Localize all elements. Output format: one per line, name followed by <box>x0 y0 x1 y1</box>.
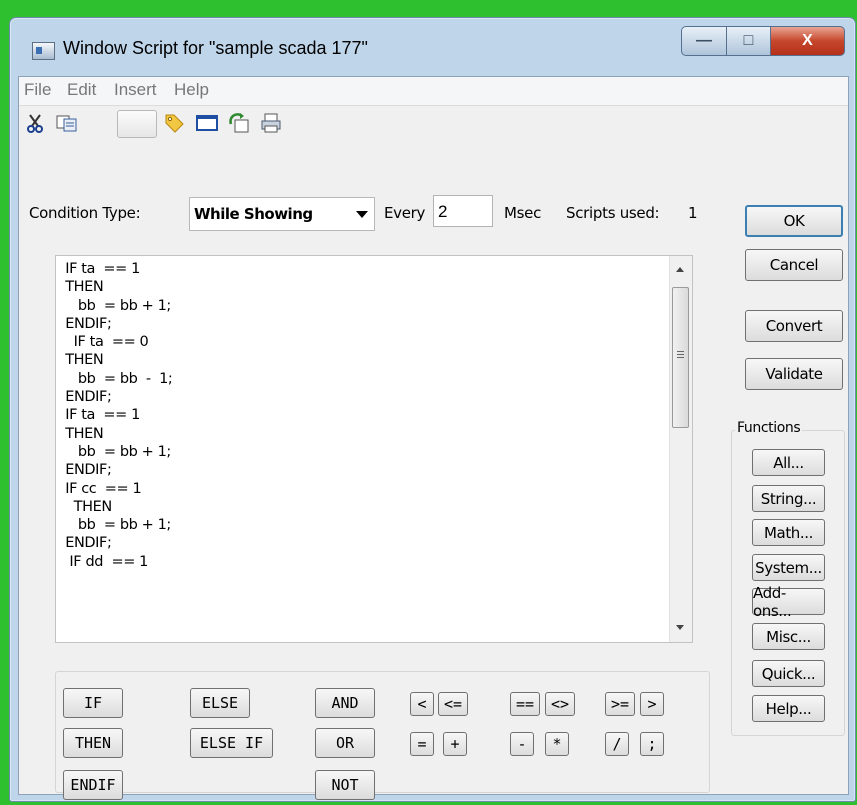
op-equal-button[interactable]: == <box>510 692 540 716</box>
function-math-button[interactable]: Math... <box>752 519 825 546</box>
keyword-endif-button[interactable]: ENDIF <box>63 770 123 800</box>
script-window: Window Script for "sample scada 177" — □… <box>9 17 856 802</box>
copy-icon[interactable] <box>55 111 79 135</box>
function-quick-button[interactable]: Quick... <box>752 660 825 687</box>
op-minus-button[interactable]: - <box>510 732 534 756</box>
script-text[interactable]: IF ta == 1 THEN bb = bb + 1; ENDIF; IF t… <box>61 260 173 571</box>
scroll-up-arrow-icon[interactable] <box>676 267 684 272</box>
scroll-down-arrow-icon[interactable] <box>676 625 684 630</box>
window-app-icon <box>32 42 55 60</box>
op-multiply-button[interactable]: * <box>545 732 569 756</box>
function-misc-button[interactable]: Misc... <box>752 623 825 650</box>
op-greater-equal-button[interactable]: >= <box>605 692 635 716</box>
menu-file[interactable]: File <box>24 80 51 100</box>
op-divide-button[interactable]: / <box>605 732 629 756</box>
msec-label: Msec <box>504 204 542 222</box>
menu-edit[interactable]: Edit <box>67 80 96 100</box>
op-not-equal-button[interactable]: <> <box>545 692 575 716</box>
function-all-button[interactable]: All... <box>752 449 825 476</box>
window-title: Window Script for "sample scada 177" <box>63 38 368 58</box>
ok-button[interactable]: OK <box>745 205 843 237</box>
window-icon[interactable] <box>195 111 219 135</box>
function-system-button[interactable]: System... <box>752 554 825 581</box>
keyword-and-button[interactable]: AND <box>315 688 375 718</box>
scripts-used-count: 1 <box>688 204 698 222</box>
keyword-then-button[interactable]: THEN <box>63 728 123 758</box>
cancel-button[interactable]: Cancel <box>745 249 843 281</box>
op-assign-button[interactable]: = <box>410 732 434 756</box>
grip-icon <box>677 351 684 352</box>
condition-type-value: While Showing <box>194 205 313 223</box>
refresh-icon[interactable] <box>227 111 251 135</box>
op-semicolon-button[interactable]: ; <box>640 732 664 756</box>
scroll-thumb[interactable] <box>672 287 689 428</box>
every-label: Every <box>384 204 426 222</box>
menu-help[interactable]: Help <box>174 80 209 100</box>
menu-insert[interactable]: Insert <box>114 80 157 100</box>
title-bar[interactable]: Window Script for "sample scada 177" — □… <box>10 18 855 73</box>
dialog-client: File Edit Insert Help Condition Type: Wh… <box>18 76 849 800</box>
close-button[interactable]: X <box>770 26 845 56</box>
op-plus-button[interactable]: + <box>443 732 467 756</box>
function-string-button[interactable]: String... <box>752 485 825 512</box>
tag-icon[interactable] <box>162 111 186 135</box>
keyword-or-button[interactable]: OR <box>315 728 375 758</box>
editor-scrollbar[interactable] <box>669 256 692 642</box>
keyword-not-button[interactable]: NOT <box>315 770 375 800</box>
script-editor[interactable]: IF ta == 1 THEN bb = bb + 1; ENDIF; IF t… <box>55 255 693 643</box>
print-icon[interactable] <box>259 111 283 135</box>
op-less-equal-button[interactable]: <= <box>438 692 468 716</box>
op-greater-than-button[interactable]: > <box>640 692 664 716</box>
scripts-used-label: Scripts used: <box>566 204 660 222</box>
function-help-button[interactable]: Help... <box>752 695 825 722</box>
condition-type-select[interactable]: While Showing <box>189 197 375 231</box>
function-addons-button[interactable]: Add-ons... <box>752 584 825 620</box>
op-less-than-button[interactable]: < <box>410 692 434 716</box>
validate-button[interactable]: Validate <box>745 358 843 390</box>
maximize-button[interactable]: □ <box>726 26 771 56</box>
convert-button[interactable]: Convert <box>745 310 843 342</box>
toolbar <box>19 107 319 141</box>
keyword-if-button[interactable]: IF <box>63 688 123 718</box>
cut-icon[interactable] <box>23 111 47 135</box>
dropdown-arrow-icon <box>356 211 368 218</box>
keyword-else-button[interactable]: ELSE <box>190 688 250 718</box>
menu-bar: File Edit Insert Help <box>19 77 848 106</box>
every-input[interactable]: 2 <box>433 195 493 227</box>
keyword-else-if-button[interactable]: ELSE IF <box>190 728 273 758</box>
condition-type-label: Condition Type: <box>29 204 141 222</box>
functions-label: Functions <box>735 420 803 436</box>
blank-toolbar-button[interactable] <box>117 110 157 138</box>
minimize-button[interactable]: — <box>681 26 727 56</box>
